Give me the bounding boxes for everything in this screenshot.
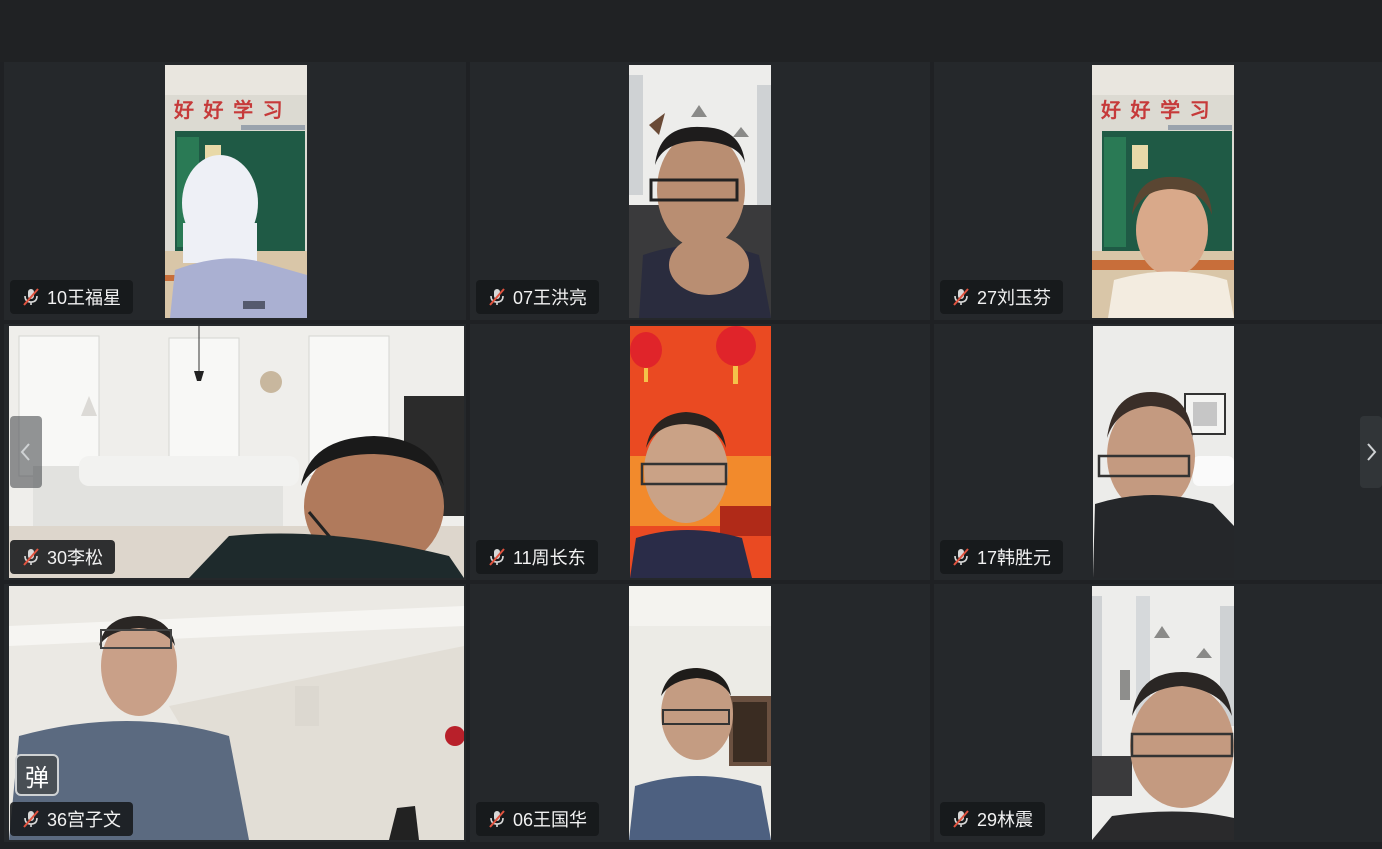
participant-nametag: 29林震 — [940, 802, 1046, 836]
banner-text: 好 好 学 习 — [1101, 100, 1212, 122]
chevron-left-icon — [20, 443, 30, 461]
participant-name: 27刘玉芬 — [977, 288, 1052, 308]
participant-name: 11周长东 — [513, 548, 586, 568]
participant-name: 10王福星 — [47, 288, 122, 308]
mic-muted-icon — [953, 548, 969, 566]
participant-name: 29林震 — [977, 810, 1034, 830]
mic-muted-icon — [489, 288, 505, 306]
participant-tile[interactable]: 06王国华 — [470, 584, 930, 842]
mic-muted-icon — [489, 810, 505, 828]
participant-video — [629, 65, 771, 318]
participant-tile[interactable]: 17韩胜元 — [934, 324, 1382, 580]
video-grid: 好 好 学 习 10王福星 07王洪亮 好 好 学 习 27刘玉芬 30李松 1… — [4, 62, 1382, 844]
participant-tile[interactable]: 好 好 学 习 10王福星 — [4, 62, 466, 320]
participant-nametag: 11周长东 — [476, 540, 598, 574]
participant-tile[interactable]: 36宫子文 — [4, 584, 466, 842]
mic-muted-icon — [953, 288, 969, 306]
participant-video — [629, 586, 771, 840]
chevron-right-icon — [1367, 443, 1377, 461]
next-page-button[interactable] — [1360, 416, 1382, 488]
participant-tile[interactable]: 30李松 — [4, 324, 466, 580]
prev-page-button[interactable] — [10, 416, 42, 488]
banner-text: 好 好 学 习 — [174, 100, 285, 122]
mic-muted-icon — [23, 810, 39, 828]
participant-nametag: 07王洪亮 — [476, 280, 600, 314]
classroom-banner: 好 好 学 习 — [1101, 94, 1231, 122]
classroom-banner: 好 好 学 习 — [174, 94, 304, 122]
participant-video — [630, 326, 771, 578]
participant-name: 30李松 — [47, 548, 104, 568]
participant-nametag: 10王福星 — [10, 280, 134, 314]
top-toolbar — [0, 0, 1382, 62]
mic-muted-icon — [489, 548, 505, 566]
participant-tile[interactable]: 11周长东 — [470, 324, 930, 580]
mic-muted-icon — [23, 288, 39, 306]
participant-video — [1093, 326, 1234, 578]
participant-video — [1092, 586, 1234, 840]
participant-name: 17韩胜元 — [977, 548, 1052, 568]
participant-nametag: 30李松 — [10, 540, 116, 574]
participant-name: 06王国华 — [513, 810, 588, 830]
participant-nametag: 06王国华 — [476, 802, 600, 836]
mic-muted-icon — [953, 810, 969, 828]
participant-name: 07王洪亮 — [513, 288, 588, 308]
participant-nametag: 17韩胜元 — [940, 540, 1064, 574]
participant-tile[interactable]: 07王洪亮 — [470, 62, 930, 320]
participant-nametag: 27刘玉芬 — [940, 280, 1064, 314]
mic-muted-icon — [23, 548, 39, 566]
participant-tile[interactable]: 好 好 学 习 27刘玉芬 — [934, 62, 1382, 320]
danmu-label: 弹 — [25, 764, 49, 792]
participant-nametag: 36宫子文 — [10, 802, 134, 836]
participant-tile[interactable]: 29林震 — [934, 584, 1382, 842]
danmu-toggle-button[interactable]: 弹 — [15, 754, 59, 796]
participant-name: 36宫子文 — [47, 810, 122, 830]
